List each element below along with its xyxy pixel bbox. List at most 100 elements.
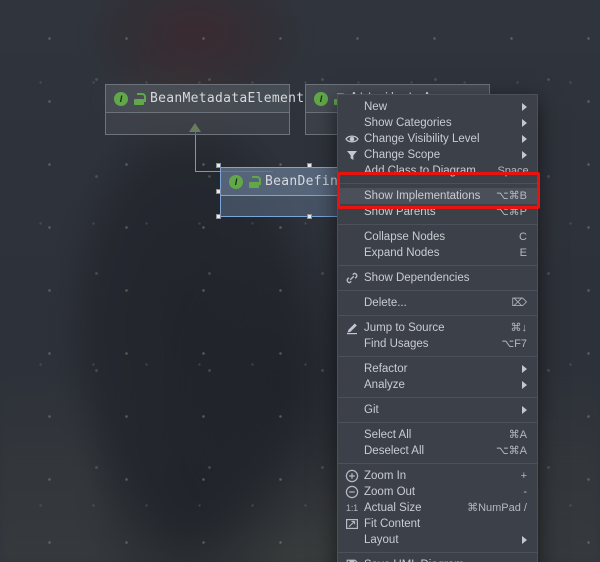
actual-size-icon: 1:1	[346, 503, 358, 513]
pencil-icon	[344, 321, 360, 335]
uml-node-members	[106, 113, 289, 135]
menu-item-select-all[interactable]: Select All ⌘A	[338, 427, 537, 443]
menu-item-expand-nodes[interactable]: Expand Nodes E	[338, 245, 537, 261]
menu-item-deselect-all[interactable]: Deselect All ⌥⌘A	[338, 443, 537, 459]
menu-item-zoom-in[interactable]: Zoom In +	[338, 468, 537, 484]
menu-item-shortcut: ⌘A	[508, 429, 527, 441]
uml-diagram-editor: I BeanMetadataElement I AttributeAccesso…	[0, 0, 600, 562]
zoom-in-icon	[344, 469, 360, 483]
diagram-context-menu[interactable]: New Show Categories Change Visibility Leve…	[337, 94, 538, 562]
menu-item-analyze[interactable]: Analyze	[338, 377, 537, 393]
menu-item-label: Show Categories	[364, 117, 452, 129]
icon-placeholder	[344, 189, 360, 203]
icon-placeholder	[344, 444, 360, 458]
menu-separator	[338, 265, 537, 266]
menu-item-shortcut: Space	[497, 165, 529, 177]
menu-separator	[338, 397, 537, 398]
menu-item-label: Show Parents	[364, 206, 436, 218]
menu-item-label: Git	[364, 404, 379, 416]
menu-item-shortcut: ⌥⌘P	[495, 206, 527, 218]
selection-handle-sw[interactable]	[216, 214, 221, 219]
menu-item-show-categories[interactable]: Show Categories	[338, 115, 537, 131]
menu-item-label: Deselect All	[364, 445, 425, 457]
menu-item-shortcut: ⌘NumPad /	[467, 502, 527, 514]
menu-item-shortcut: ⌘↓	[510, 322, 528, 334]
menu-item-label: Save UML Diagram	[364, 557, 527, 562]
icon-placeholder	[344, 100, 360, 114]
menu-separator	[338, 224, 537, 225]
menu-item-label: Change Visibility Level	[364, 133, 480, 145]
menu-item-refactor[interactable]: Refactor	[338, 361, 537, 377]
icon-placeholder	[344, 205, 360, 219]
icon-placeholder	[344, 533, 360, 547]
menu-item-delete[interactable]: Delete... ⌦	[338, 295, 537, 311]
save-icon	[344, 558, 360, 562]
menu-item-label: Zoom Out	[364, 486, 416, 498]
menu-item-layout[interactable]: Layout	[338, 532, 537, 548]
menu-item-label: Layout	[364, 534, 399, 546]
menu-item-show-parents[interactable]: Show Parents ⌥⌘P	[338, 204, 537, 220]
uml-node-bean-metadata-element[interactable]: I BeanMetadataElement	[105, 84, 304, 135]
icon-placeholder	[344, 230, 360, 244]
submenu-chevron-right-icon	[522, 365, 527, 373]
submenu-chevron-right-icon	[522, 103, 527, 111]
menu-item-shortcut: E	[519, 247, 527, 259]
icon-placeholder	[344, 164, 360, 178]
inheritance-edge-vertical-left	[195, 130, 196, 172]
menu-item-shortcut: ⌥⌘A	[495, 445, 527, 457]
menu-item-label: New	[364, 101, 388, 113]
submenu-chevron-right-icon	[522, 536, 527, 544]
menu-item-label: Expand Nodes	[364, 247, 440, 259]
link-icon	[344, 271, 360, 285]
icon-placeholder	[344, 246, 360, 260]
menu-item-label: Delete...	[364, 297, 407, 309]
icon-placeholder	[344, 362, 360, 376]
icon-placeholder	[344, 378, 360, 392]
menu-item-shortcut: -	[523, 486, 527, 498]
eye-icon	[344, 132, 360, 146]
menu-item-collapse-nodes[interactable]: Collapse Nodes C	[338, 229, 537, 245]
menu-item-shortcut: ⌥F7	[501, 338, 527, 350]
interface-icon: I	[314, 91, 328, 106]
menu-item-show-implementations[interactable]: Show Implementations ⌥⌘B	[338, 188, 537, 204]
menu-item-fit-content[interactable]: Fit Content	[338, 516, 537, 532]
icon-placeholder	[344, 428, 360, 442]
menu-item-find-usages[interactable]: Find Usages ⌥F7	[338, 336, 537, 352]
menu-item-git[interactable]: Git	[338, 402, 537, 418]
menu-item-change-visibility-level[interactable]: Change Visibility Level	[338, 131, 537, 147]
filter-icon	[344, 148, 360, 162]
menu-separator	[338, 290, 537, 291]
menu-item-shortcut: +	[520, 470, 527, 482]
menu-item-zoom-out[interactable]: Zoom Out -	[338, 484, 537, 500]
submenu-chevron-right-icon	[522, 381, 527, 389]
interface-icon: I	[114, 91, 128, 106]
selection-handle-w[interactable]	[216, 189, 221, 194]
menu-item-label: Find Usages	[364, 338, 429, 350]
menu-item-actual-size[interactable]: 1:1 Actual Size ⌘NumPad /	[338, 500, 537, 516]
interface-icon: I	[229, 174, 243, 189]
menu-item-change-scope[interactable]: Change Scope	[338, 147, 537, 163]
icon-placeholder	[344, 337, 360, 351]
submenu-chevron-right-icon	[522, 119, 527, 127]
menu-item-new[interactable]: New	[338, 99, 537, 115]
selection-handle-s[interactable]	[307, 214, 312, 219]
menu-item-save-uml-diagram[interactable]: Save UML Diagram	[338, 557, 537, 562]
icon-placeholder	[344, 116, 360, 130]
selection-handle-n[interactable]	[307, 163, 312, 168]
submenu-chevron-right-icon	[522, 135, 527, 143]
fit-content-icon	[344, 517, 360, 531]
menu-item-label: Actual Size	[364, 502, 422, 514]
menu-separator	[338, 183, 537, 184]
menu-item-label: Add Class to Diagram...	[364, 165, 486, 177]
menu-item-label: Zoom In	[364, 470, 407, 482]
icon-placeholder	[344, 296, 360, 310]
menu-item-shortcut: C	[519, 231, 527, 243]
menu-item-jump-to-source[interactable]: Jump to Source ⌘↓	[338, 320, 537, 336]
menu-separator	[338, 463, 537, 464]
uml-node-title: I BeanMetadataElement	[106, 85, 304, 113]
menu-item-label: Change Scope	[364, 149, 441, 161]
menu-item-show-dependencies[interactable]: Show Dependencies	[338, 270, 537, 286]
menu-item-label: Fit Content	[364, 518, 421, 530]
menu-item-add-class-to-diagram[interactable]: Add Class to Diagram... Space	[338, 163, 537, 179]
selection-handle-nw[interactable]	[216, 163, 221, 168]
